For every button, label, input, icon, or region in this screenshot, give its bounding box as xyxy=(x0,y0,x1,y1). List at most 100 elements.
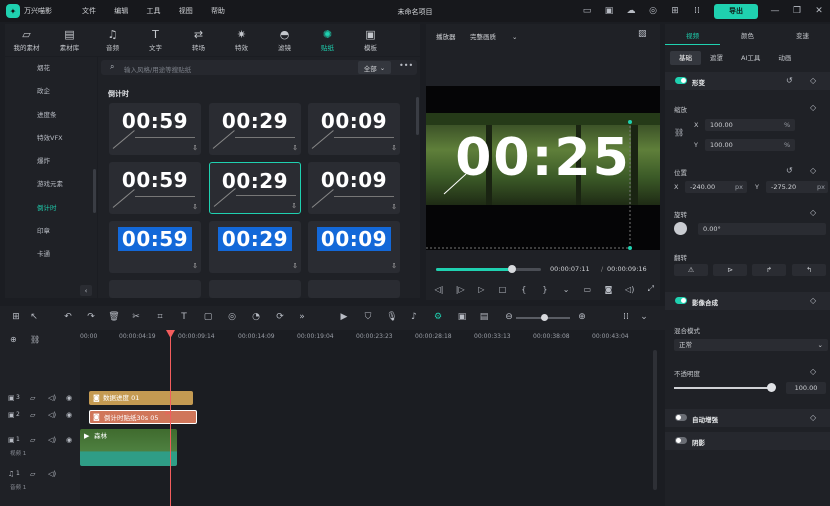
tab-speed[interactable]: 变速 xyxy=(775,28,830,44)
mic-icon[interactable]: 🎙 xyxy=(386,312,398,322)
transform-icon[interactable]: ▢ xyxy=(202,312,214,322)
undo-icon[interactable]: ↶ xyxy=(62,312,74,322)
sticker-card-partial[interactable] xyxy=(109,280,201,298)
monitor-icon[interactable]: ▭ xyxy=(576,6,598,16)
playhead-line[interactable] xyxy=(170,332,171,506)
sticker-card[interactable]: 00:09 ⇩ xyxy=(308,162,400,214)
folder-icon[interactable]: ▱ xyxy=(30,470,35,478)
tool-filter[interactable]: ◓ 滤镜 xyxy=(263,24,306,56)
grid-icon[interactable]: ⁞⁞ xyxy=(686,6,708,16)
display-icon[interactable]: ▭ xyxy=(580,283,594,295)
speaker-icon[interactable]: ◁) xyxy=(48,436,56,444)
category-game[interactable]: 游戏元素 xyxy=(5,173,97,196)
minimize-icon[interactable]: — xyxy=(764,6,786,16)
timeline-scrollbar[interactable] xyxy=(653,350,657,490)
pip-icon[interactable]: ▣ xyxy=(456,312,468,322)
reset-icon[interactable]: ↺ xyxy=(786,76,793,85)
grid-view-icon[interactable]: ⁞⁞ xyxy=(620,312,632,322)
sticker-card-selected[interactable]: 00:29 ⇩ xyxy=(209,162,301,214)
search-input[interactable]: 输入风格/用途等搜贴纸 xyxy=(124,64,191,74)
download-icon[interactable]: ⇩ xyxy=(192,262,198,270)
download-icon[interactable]: ⇩ xyxy=(292,144,298,152)
sticker-card[interactable]: 00:09 ⇩ xyxy=(308,221,400,273)
motion-icon[interactable]: ⟳ xyxy=(274,312,286,322)
tab-video[interactable]: 视频 xyxy=(665,28,720,44)
sticker-card[interactable]: 00:59 ⇩ xyxy=(109,221,201,273)
crop-icon[interactable]: ⌗ xyxy=(154,312,166,322)
keyframe-icon[interactable]: ◇ xyxy=(810,76,816,85)
headset-icon[interactable]: ◎ xyxy=(642,6,664,16)
shield-icon[interactable]: ⛉ xyxy=(362,312,374,322)
speaker-icon[interactable]: ◁) xyxy=(48,470,56,478)
save-icon[interactable]: ▣ xyxy=(598,6,620,16)
markers-icon[interactable]: ▤ xyxy=(478,312,490,322)
rotate-right-button[interactable]: ↱ xyxy=(752,264,786,276)
rotate-dial[interactable] xyxy=(674,222,687,235)
sticker-card[interactable]: 00:29 ⇩ xyxy=(209,103,301,155)
tool-transition[interactable]: ⇄ 转场 xyxy=(177,24,220,56)
sticker-card[interactable]: 00:59 ⇩ xyxy=(109,162,201,214)
eye-icon[interactable]: ◉ xyxy=(66,436,72,444)
play-back-icon[interactable]: |▷ xyxy=(453,283,467,295)
tool-text[interactable]: T 文字 xyxy=(134,24,177,56)
category-vfx[interactable]: 特效VFX xyxy=(5,127,97,150)
download-icon[interactable]: ⇩ xyxy=(192,144,198,152)
prev-frame-icon[interactable]: ◁| xyxy=(432,283,446,295)
opacity-input[interactable]: 100.00 xyxy=(786,382,826,394)
keyframe-icon[interactable]: ◇ xyxy=(810,367,816,376)
tool-effects[interactable]: ✷ 特效 xyxy=(220,24,263,56)
speaker-icon[interactable]: ◁) xyxy=(48,411,56,419)
scale-x-input[interactable]: 100.00 xyxy=(705,119,795,131)
speed-icon[interactable]: ◔ xyxy=(250,312,262,322)
split-icon[interactable]: ✂ xyxy=(130,312,142,322)
flip-horizontal-button[interactable]: ⚠ xyxy=(674,264,708,276)
text-add-icon[interactable]: T xyxy=(178,312,190,322)
subtab-mask[interactable]: 遮罩 xyxy=(701,51,732,65)
subtab-basic[interactable]: 基础 xyxy=(670,51,701,65)
composite-toggle[interactable] xyxy=(675,297,687,304)
reset-icon[interactable]: ↺ xyxy=(786,166,793,175)
download-icon[interactable]: ⇩ xyxy=(391,144,397,152)
keyframe-icon[interactable]: ◇ xyxy=(810,166,816,175)
more-tools-icon[interactable]: » xyxy=(296,312,308,322)
sticker-clip-progress[interactable]: 数据进度 01 xyxy=(89,391,193,405)
menu-help[interactable]: 帮助 xyxy=(211,7,225,15)
opacity-slider-track[interactable] xyxy=(674,387,772,389)
opacity-slider-knob[interactable] xyxy=(767,383,776,392)
folder-icon[interactable]: ▱ xyxy=(30,411,35,419)
audio-mix-icon[interactable]: ♪ xyxy=(408,312,420,322)
folder-icon[interactable]: ▱ xyxy=(30,394,35,402)
delete-icon[interactable]: 🗑 xyxy=(108,312,120,322)
maximize-icon[interactable]: ❐ xyxy=(786,6,808,16)
tab-color[interactable]: 颜色 xyxy=(720,28,775,44)
tool-template[interactable]: ▣ 模板 xyxy=(349,24,392,56)
rotate-input[interactable]: 0.00° xyxy=(698,223,826,235)
filter-dropdown[interactable]: 全部 ⌄ xyxy=(358,61,391,74)
eye-icon[interactable]: ◉ xyxy=(66,411,72,419)
timeline-tracks[interactable] xyxy=(80,344,655,506)
keyframe-icon[interactable]: ◇ xyxy=(810,296,816,305)
split-marker-icon[interactable]: ✂ xyxy=(165,409,172,418)
download-icon[interactable]: ⇩ xyxy=(391,262,397,270)
tool-sticker[interactable]: ✺ 贴纸 xyxy=(306,24,349,56)
tool-audio[interactable]: ♫ 音频 xyxy=(91,24,134,56)
download-icon[interactable]: ⇩ xyxy=(391,203,397,211)
tool-library[interactable]: ▤ 素材库 xyxy=(48,24,91,56)
category-cartoon[interactable]: 卡通 xyxy=(5,243,97,266)
sticker-card-partial[interactable] xyxy=(308,280,400,298)
chevron-down-icon[interactable]: ⌄ xyxy=(638,312,650,322)
category-stamp[interactable]: 印章 xyxy=(5,220,97,243)
video-clip-forest[interactable]: 森林 xyxy=(80,429,177,466)
fullscreen-icon[interactable]: ⤢ xyxy=(644,283,658,295)
sticker-card[interactable]: 00:29 ⇩ xyxy=(209,221,301,273)
rotate-left-button[interactable]: ↰ xyxy=(792,264,826,276)
snap-icon[interactable]: ⚙ xyxy=(432,312,444,322)
download-icon[interactable]: ⇩ xyxy=(291,202,297,210)
folder-icon[interactable]: ▱ xyxy=(30,436,35,444)
sticker-clip-countdown[interactable]: 倒计时贴纸30s 05 xyxy=(89,410,197,424)
add-track-icon[interactable]: ⊕ xyxy=(10,335,17,344)
shadow-toggle[interactable] xyxy=(675,437,687,444)
scale-y-input[interactable]: 100.00 xyxy=(705,139,795,151)
category-progress[interactable]: 进度条 xyxy=(5,104,97,127)
keyframe-icon[interactable]: ◇ xyxy=(810,103,816,112)
